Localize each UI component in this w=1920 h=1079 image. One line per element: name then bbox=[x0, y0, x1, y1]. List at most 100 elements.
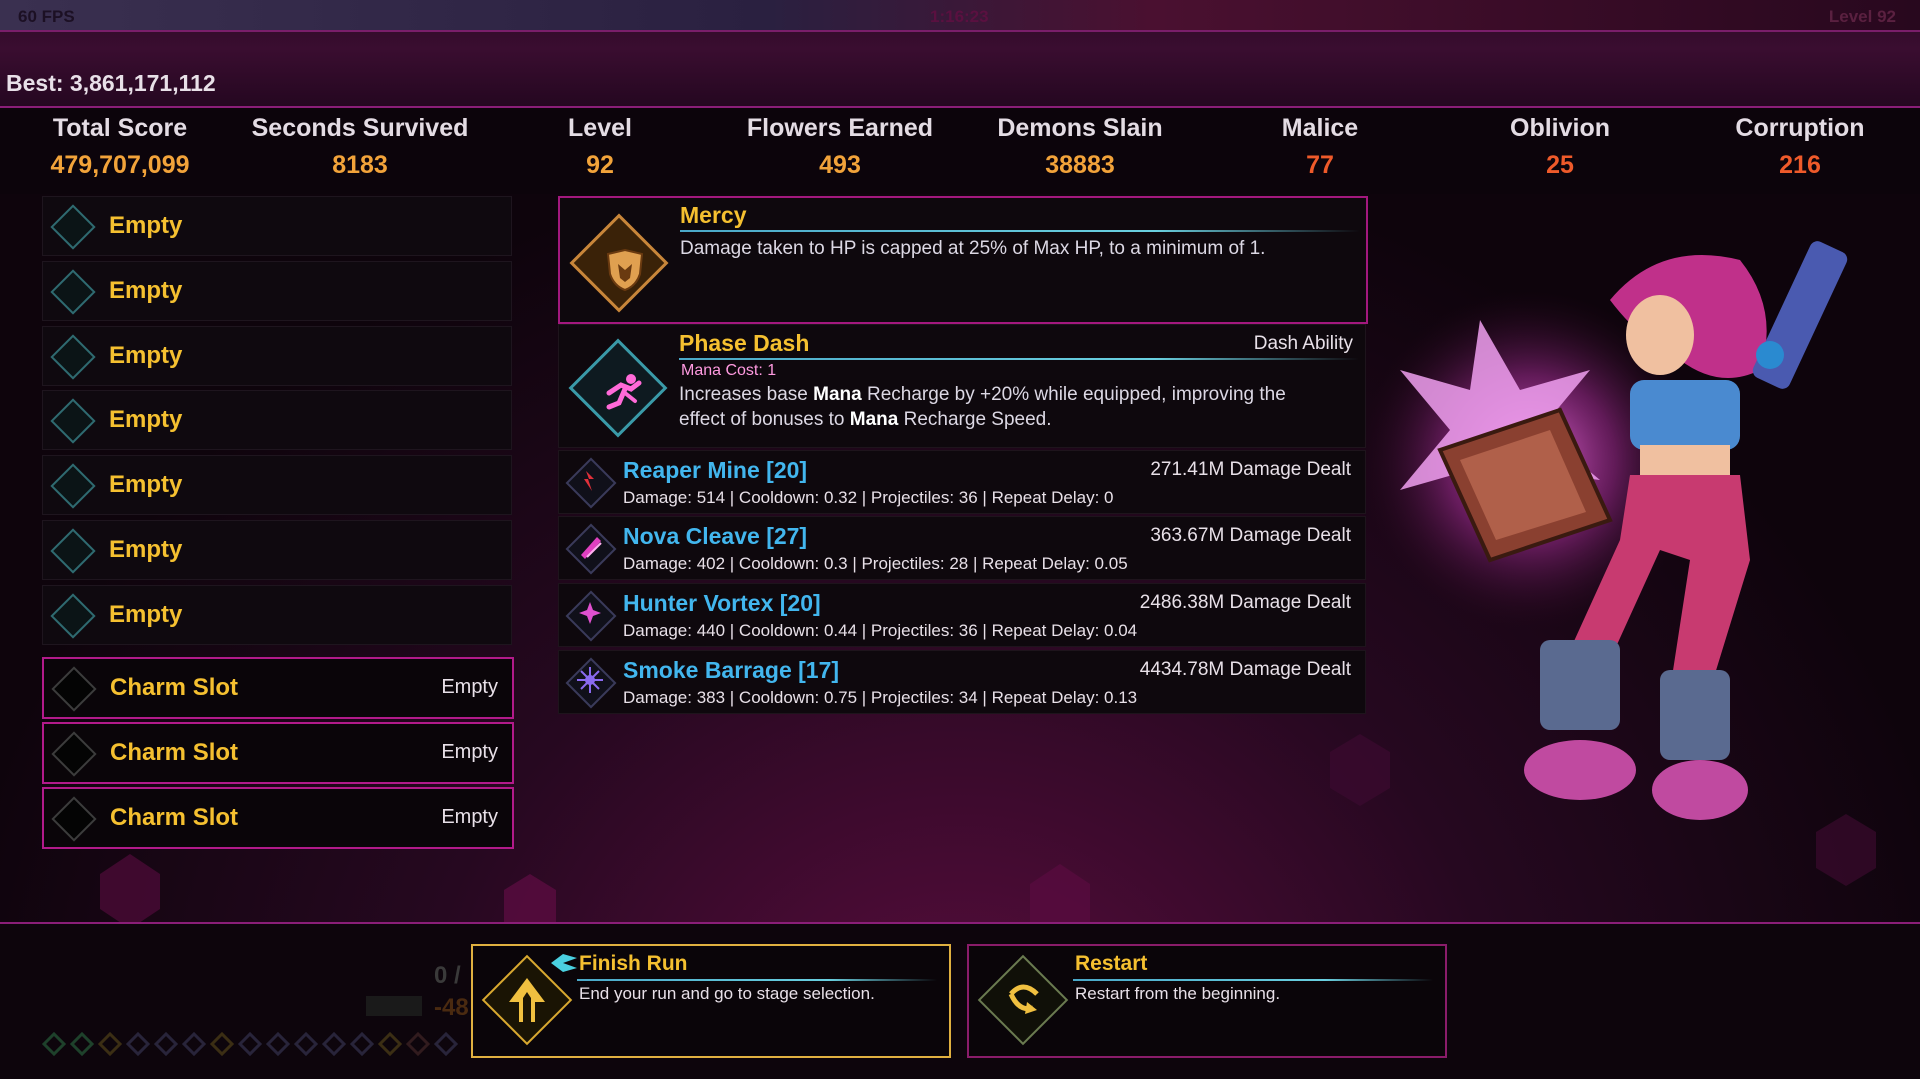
weapon-row[interactable]: Reaper Mine [20] 271.41M Damage Dealt Da… bbox=[558, 450, 1366, 514]
fps-counter: 60 FPS bbox=[18, 7, 75, 26]
gear-slot[interactable]: Empty bbox=[42, 455, 512, 515]
weapon-name: Smoke Barrage [17] bbox=[623, 657, 840, 683]
phase-dash-card[interactable]: Phase Dash Dash Ability Mana Cost: 1 Inc… bbox=[558, 324, 1366, 448]
mana-cost: Mana Cost: 1 bbox=[681, 362, 777, 379]
finish-run-description: End your run and go to stage selection. bbox=[579, 984, 875, 1003]
charm-slot-label: Charm Slot bbox=[110, 804, 239, 831]
mercy-card[interactable]: Mercy Damage taken to HP is capped at 25… bbox=[558, 196, 1368, 324]
charm-slot-status: Empty bbox=[441, 806, 498, 828]
gear-slot[interactable]: Empty bbox=[42, 326, 512, 386]
stat-label: Malice bbox=[1281, 114, 1359, 142]
ability-type: Dash Ability bbox=[1253, 333, 1353, 354]
charm-slot[interactable]: Charm Slot Empty bbox=[42, 657, 514, 719]
slot-diamond-icon bbox=[50, 204, 96, 250]
stat-value: 25 bbox=[1546, 151, 1574, 179]
weapon-row[interactable]: Hunter Vortex [20] 2486.38M Damage Dealt… bbox=[558, 583, 1366, 647]
stat-corruption: Corruption 216 bbox=[1680, 114, 1920, 180]
stat-flowers-earned: Flowers Earned 493 bbox=[720, 114, 960, 180]
slot-label: Empty bbox=[109, 601, 183, 628]
title-underline bbox=[679, 358, 1359, 360]
restart-title: Restart bbox=[1075, 952, 1148, 975]
faded-buff-icons bbox=[41, 1031, 459, 1057]
slot-label: Empty bbox=[109, 212, 183, 239]
stat-seconds-survived: Seconds Survived 8183 bbox=[240, 114, 480, 180]
stat-label: Total Score bbox=[52, 114, 188, 142]
weapon-row[interactable]: Nova Cleave [27] 363.67M Damage Dealt Da… bbox=[558, 516, 1366, 580]
charm-slot[interactable]: Charm Slot Empty bbox=[42, 722, 514, 784]
stat-label: Seconds Survived bbox=[251, 114, 469, 142]
slot-label: Empty bbox=[109, 536, 183, 563]
faded-hud-bar bbox=[366, 996, 422, 1016]
best-score: Best: 3,861,171,112 bbox=[6, 70, 216, 96]
nova-cleave-icon bbox=[581, 537, 602, 559]
charm-slot-status: Empty bbox=[441, 676, 498, 698]
gear-slot[interactable]: Empty bbox=[42, 520, 512, 580]
weapon-name: Reaper Mine [20] bbox=[623, 457, 808, 483]
finish-run-button[interactable]: Finish Run End your run and go to stage … bbox=[471, 944, 951, 1058]
stat-label: Level bbox=[568, 114, 632, 142]
weapon-damage-dealt: 2486.38M Damage Dealt bbox=[1139, 592, 1351, 613]
faded-hud-counter: -48 bbox=[434, 994, 469, 1021]
charm-slot-label: Charm Slot bbox=[110, 674, 239, 701]
charm-slot[interactable]: Charm Slot Empty bbox=[42, 787, 514, 849]
gear-slot[interactable]: Empty bbox=[42, 390, 512, 450]
slot-diamond-icon bbox=[50, 269, 96, 315]
weapon-row[interactable]: Smoke Barrage [17] 4434.78M Damage Dealt… bbox=[558, 650, 1366, 714]
selected-arrow-icon bbox=[551, 954, 577, 972]
weapon-damage-dealt: 4434.78M Damage Dealt bbox=[1139, 659, 1351, 680]
stat-value: 92 bbox=[586, 151, 614, 179]
slot-diamond-icon bbox=[50, 593, 96, 639]
faded-hud-counter: 0 / bbox=[434, 962, 461, 989]
slot-diamond-icon bbox=[50, 334, 96, 380]
weapon-stats: Damage: 402 | Cooldown: 0.3 | Projectile… bbox=[623, 554, 1128, 573]
smoke-barrage-icon bbox=[577, 667, 603, 693]
finish-arrow-icon bbox=[509, 978, 545, 1022]
stat-label: Flowers Earned bbox=[746, 114, 934, 142]
perk-title: Mercy bbox=[680, 202, 747, 228]
dash-runner-icon bbox=[606, 374, 642, 410]
stat-value: 216 bbox=[1779, 151, 1821, 179]
stat-label: Oblivion bbox=[1510, 114, 1610, 142]
finish-run-title: Finish Run bbox=[579, 952, 688, 975]
charm-slot-label: Charm Slot bbox=[110, 739, 239, 766]
stat-value: 38883 bbox=[1045, 151, 1115, 179]
stats-bar: Total Score 479,707,099 Seconds Survived… bbox=[0, 106, 1920, 196]
weapon-stats: Damage: 514 | Cooldown: 0.32 | Projectil… bbox=[623, 488, 1114, 507]
slot-label: Empty bbox=[109, 277, 183, 304]
charm-diamond-icon bbox=[51, 796, 97, 842]
stat-demons-slain: Demons Slain 38883 bbox=[960, 114, 1200, 180]
weapon-damage-dealt: 363.67M Damage Dealt bbox=[1150, 525, 1351, 546]
stat-label: Corruption bbox=[1735, 114, 1865, 142]
level-indicator: Level 92 bbox=[1828, 7, 1896, 26]
slot-diamond-icon bbox=[50, 398, 96, 444]
weapon-damage-dealt: 271.41M Damage Dealt bbox=[1150, 459, 1351, 480]
stat-total-score: Total Score 479,707,099 bbox=[0, 114, 240, 180]
ability-title: Phase Dash bbox=[679, 330, 810, 356]
stat-value: 8183 bbox=[332, 151, 388, 179]
title-underline bbox=[680, 230, 1360, 232]
restart-description: Restart from the beginning. bbox=[1075, 984, 1281, 1003]
slot-label: Empty bbox=[109, 471, 183, 498]
gear-slot[interactable]: Empty bbox=[42, 585, 512, 645]
gear-slot[interactable]: Empty bbox=[42, 196, 512, 256]
stat-value: 493 bbox=[819, 151, 861, 179]
charm-diamond-icon bbox=[51, 666, 97, 712]
weapon-name: Hunter Vortex [20] bbox=[623, 590, 821, 616]
weapon-name: Nova Cleave [27] bbox=[623, 523, 808, 549]
weapon-stats: Damage: 440 | Cooldown: 0.44 | Projectil… bbox=[623, 621, 1138, 640]
hunter-vortex-icon bbox=[579, 602, 601, 624]
stat-level: Level 92 bbox=[480, 114, 720, 180]
restart-button[interactable]: Restart Restart from the beginning. bbox=[967, 944, 1447, 1058]
reaper-mine-icon bbox=[584, 471, 594, 491]
slot-diamond-icon bbox=[50, 463, 96, 509]
weapon-stats: Damage: 383 | Cooldown: 0.75 | Projectil… bbox=[623, 688, 1138, 707]
stat-oblivion: Oblivion 25 bbox=[1440, 114, 1680, 180]
title-underline bbox=[577, 979, 937, 981]
stat-label: Demons Slain bbox=[997, 114, 1163, 142]
slot-label: Empty bbox=[109, 342, 183, 369]
stat-value: 479,707,099 bbox=[50, 151, 190, 179]
hud-top-bar: 60 FPS 1:16:23 Level 92 bbox=[0, 0, 1920, 32]
gear-slot[interactable]: Empty bbox=[42, 261, 512, 321]
perk-description: Damage taken to HP is capped at 25% of M… bbox=[680, 238, 1266, 259]
charm-diamond-icon bbox=[51, 731, 97, 777]
